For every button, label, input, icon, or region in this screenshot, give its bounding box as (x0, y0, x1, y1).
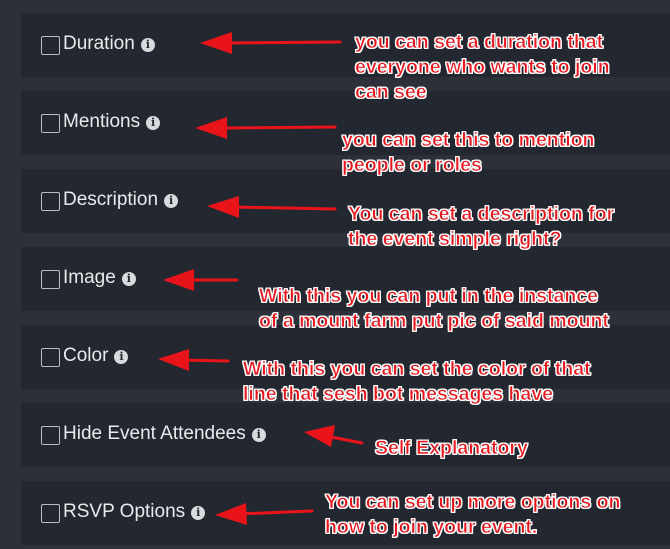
arrow-mentions (195, 117, 337, 139)
annotation-line: of a mount farm put pic of said mount (259, 310, 610, 333)
arrow-hide-event-attendees (304, 425, 364, 447)
annotation-line: line that sesh bot messages have (243, 383, 554, 406)
annotation-line: Self Explanatory (375, 437, 528, 460)
annotation-color: With this you can set the color of that … (243, 357, 591, 407)
annotation-mentions: you can set this to mention people or ro… (342, 128, 595, 178)
annotation-duration: you can set a duration that everyone who… (355, 30, 610, 105)
annotation-line: you can set this to mention (342, 129, 595, 152)
annotation-hide-event-attendees: Self Explanatory (375, 436, 528, 461)
annotation-line: You can set up more options on (325, 491, 621, 514)
annotation-line: people or roles (342, 154, 482, 177)
arrow-color (158, 349, 230, 371)
annotation-line: With this you can put in the instance (259, 285, 599, 308)
annotation-image: With this you can put in the instance of… (259, 284, 610, 334)
annotation-line: With this you can set the color of that (243, 358, 591, 381)
annotation-line: the event simple right? (348, 228, 562, 251)
annotation-description: You can set a description for the event … (348, 202, 615, 252)
annotation-line: everyone who wants to join (355, 56, 610, 79)
arrow-rsvp-options (215, 503, 314, 525)
annotation-rsvp-options: You can set up more options on how to jo… (325, 490, 621, 540)
arrow-description (207, 196, 337, 218)
annotation-line: You can set a description for (348, 203, 615, 226)
annotation-line: can see (355, 81, 427, 104)
annotation-line: you can set a duration that (355, 31, 604, 54)
annotation-line: how to join your event. (325, 516, 538, 539)
arrow-duration (200, 32, 342, 54)
arrow-image (163, 269, 239, 291)
